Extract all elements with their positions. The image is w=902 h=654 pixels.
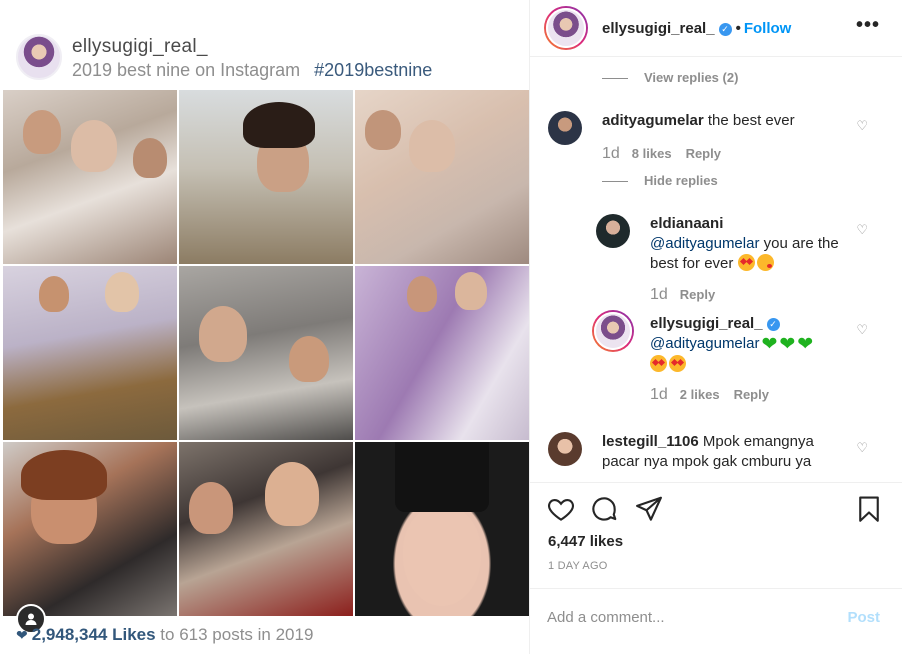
divider xyxy=(530,482,902,483)
image-avatar xyxy=(16,34,62,80)
follow-button[interactable]: Follow xyxy=(744,20,792,37)
star-eyes-emoji xyxy=(737,254,755,271)
reply-username[interactable]: ellysugigi_real_ xyxy=(650,315,763,332)
grid-photo-7 xyxy=(3,442,177,616)
grid-photo-8 xyxy=(179,442,353,616)
grid-photo-2 xyxy=(179,90,353,264)
reply-body: eldianaani @adityagumelar you are the be… xyxy=(650,214,850,274)
bookmark-icon[interactable] xyxy=(854,494,884,529)
grid-photo-3 xyxy=(355,90,529,264)
author-username[interactable]: ellysugigi_real_ xyxy=(602,20,715,37)
star-eyes-emoji xyxy=(650,355,667,372)
reply-like-icon[interactable]: ♡ xyxy=(856,222,868,238)
best-nine-grid xyxy=(3,90,529,618)
image-likes-line: ❤ 2,948,344 Likes to 613 posts in 2019 xyxy=(16,625,313,645)
commenter-avatar[interactable] xyxy=(548,432,582,466)
reply-time: 1d xyxy=(650,386,668,403)
green-heart-emoji: ❤ xyxy=(797,334,814,355)
reply-mention[interactable]: @adityagumelar xyxy=(650,335,759,352)
share-icon[interactable] xyxy=(634,494,664,529)
comment-username[interactable]: adityagumelar xyxy=(602,112,704,129)
author-line: ellysugigi_real_ ✓ • Follow xyxy=(602,20,791,37)
grid-photo-1 xyxy=(3,90,177,264)
comment-body: lestegill_1106 Mpok emangnya pacar nya m… xyxy=(602,432,852,472)
likes-count[interactable]: 6,447 likes xyxy=(548,533,623,550)
reply-button[interactable]: Reply xyxy=(686,146,721,161)
comment-body: adityagumelar the best ever xyxy=(602,111,852,131)
image-heart-icon: ❤ xyxy=(16,627,28,643)
more-icon[interactable]: ••• xyxy=(856,14,880,37)
comment-time: 1d xyxy=(602,145,620,162)
reply-mention[interactable]: @adityagumelar xyxy=(650,235,759,252)
view-replies-toggle[interactable]: View replies (2) xyxy=(602,70,738,85)
grid-photo-6 xyxy=(355,266,529,440)
comment-likes[interactable]: 8 likes xyxy=(632,146,672,161)
image-header: ellysugigi_real_ 2019 best nine on Insta… xyxy=(0,0,529,90)
reply-author-avatar[interactable] xyxy=(592,310,634,352)
comment-username[interactable]: lestegill_1106 xyxy=(602,433,699,450)
comment-like-icon[interactable]: ♡ xyxy=(856,440,868,456)
grid-photo-4 xyxy=(3,266,177,440)
image-hashtag: #2019bestnine xyxy=(314,60,433,80)
post-image[interactable]: ellysugigi_real_ 2019 best nine on Insta… xyxy=(0,0,530,654)
image-caption: 2019 best nine on Instagram #2019bestnine xyxy=(72,60,432,81)
heart-icon[interactable] xyxy=(546,494,576,529)
green-heart-emoji: ❤ xyxy=(761,334,778,355)
post-button[interactable]: Post xyxy=(847,609,880,626)
green-heart-emoji: ❤ xyxy=(779,334,796,355)
kiss-emoji xyxy=(756,254,774,271)
verified-icon: ✓ xyxy=(766,318,780,331)
comment-meta: 1d 8 likes Reply xyxy=(602,145,721,163)
reply-meta: 1d Reply xyxy=(650,286,715,304)
comment-like-icon[interactable]: ♡ xyxy=(856,118,868,134)
grid-photo-5 xyxy=(179,266,353,440)
grid-photo-9 xyxy=(355,442,529,616)
star-eyes-emoji xyxy=(669,355,686,372)
header-separator: • xyxy=(735,20,741,37)
post-header: ellysugigi_real_ ✓ • Follow ••• xyxy=(530,0,902,57)
author-avatar[interactable] xyxy=(544,6,588,50)
comment-text: the best ever xyxy=(707,112,795,129)
reply-avatar[interactable] xyxy=(596,214,630,248)
image-likes-suffix: to 613 posts in 2019 xyxy=(160,625,314,644)
comments-list[interactable]: View replies (2) adityagumelar the best … xyxy=(530,58,902,482)
post-actions xyxy=(530,490,902,530)
reply-time: 1d xyxy=(650,286,668,303)
hide-replies-label: Hide replies xyxy=(644,173,718,188)
reply-body: ellysugigi_real_ ✓ @adityagumelar ❤ ❤ ❤ xyxy=(650,314,850,375)
reply-username[interactable]: eldianaani xyxy=(650,215,723,232)
reply-button[interactable]: Reply xyxy=(680,287,715,302)
comment-input[interactable] xyxy=(547,605,827,629)
reply-button[interactable]: Reply xyxy=(734,387,769,402)
image-caption-text: 2019 best nine on Instagram xyxy=(72,60,301,80)
comment-icon[interactable] xyxy=(589,494,619,529)
add-comment-bar: Post xyxy=(530,588,902,646)
view-replies-label: View replies (2) xyxy=(644,70,739,85)
post-side-panel: ellysugigi_real_ ✓ • Follow ••• View replie… xyxy=(530,0,902,654)
post-date[interactable]: 1 DAY AGO xyxy=(548,560,607,572)
reply-like-icon[interactable]: ♡ xyxy=(856,322,868,338)
verified-icon: ✓ xyxy=(718,23,732,36)
commenter-avatar[interactable] xyxy=(548,111,582,145)
hide-replies-toggle[interactable]: Hide replies xyxy=(602,173,718,188)
reply-meta: 1d 2 likes Reply xyxy=(650,386,769,404)
image-username: ellysugigi_real_ xyxy=(72,36,208,57)
reply-likes[interactable]: 2 likes xyxy=(680,387,720,402)
image-likes-number: 2,948,344 Likes xyxy=(31,625,156,644)
